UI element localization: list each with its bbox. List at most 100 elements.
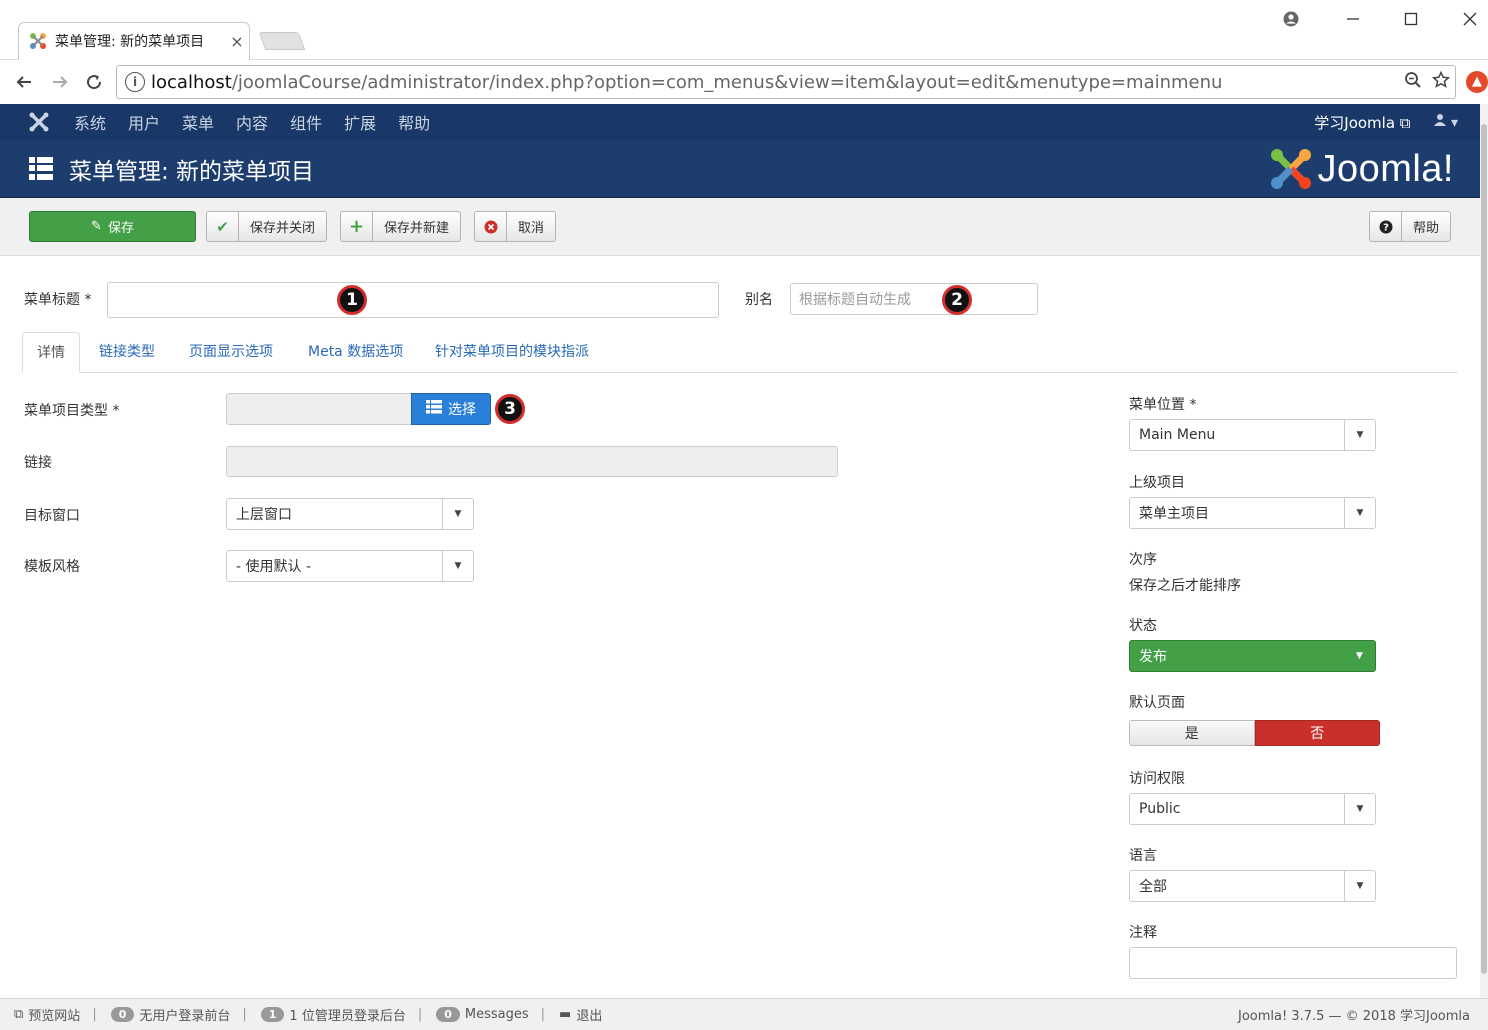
caret-down-icon: ▼ — [1344, 498, 1375, 528]
caret-down-icon: ▼ — [1344, 420, 1375, 450]
caret-down-icon: ▼ — [442, 551, 473, 581]
joomla-brand: Joomla! — [1269, 147, 1454, 191]
save-button[interactable]: ✎ 保存 — [29, 211, 196, 242]
menu-content[interactable]: 内容 — [236, 110, 268, 134]
parent-item-select[interactable]: 菜单主项目 ▼ — [1129, 497, 1376, 529]
extension-icon[interactable]: ▲ — [1466, 71, 1488, 93]
item-type-label: 菜单项目类型 * — [24, 403, 120, 419]
preview-site-link[interactable]: ⧉ 预览网站 — [14, 1005, 80, 1024]
forward-icon[interactable] — [46, 68, 74, 96]
external-link-icon: ⧉ — [14, 1007, 24, 1022]
joomla-logo-icon[interactable] — [27, 110, 51, 134]
tab-close-icon[interactable]: × — [229, 32, 245, 51]
save-close-button[interactable]: ✔ 保存并关闭 — [206, 211, 328, 242]
caret-down-icon: ▼ — [1344, 871, 1375, 901]
tab-title: 菜单管理: 新的菜单项目 — [55, 34, 205, 50]
admins-status[interactable]: 11 位管理员登录后台 — [260, 1005, 406, 1024]
profile-icon[interactable] — [1276, 8, 1306, 30]
menu-users[interactable]: 用户 — [128, 110, 160, 134]
tab-page-display[interactable]: 页面显示选项 — [189, 332, 273, 373]
annotation-badge-1: 1 — [337, 285, 367, 315]
plus-icon: + — [341, 212, 373, 241]
tab-module-assignment[interactable]: 针对菜单项目的模块指派 — [435, 332, 589, 373]
choose-type-button[interactable]: 选择 — [411, 393, 491, 425]
target-window-select[interactable]: 上层窗口 ▼ — [226, 498, 474, 530]
caret-down-icon: ▼ — [1344, 794, 1375, 824]
scrollbar-thumb[interactable] — [1481, 124, 1487, 974]
menu-components[interactable]: 组件 — [290, 110, 322, 134]
status-bar: ⧉ 预览网站 | 0 无用户登录前台 | 11 位管理员登录后台 | 0 Messag… — [0, 998, 1488, 1030]
menu-title-input[interactable] — [107, 282, 719, 318]
site-link[interactable]: 学习Joomla ⧉ — [1314, 112, 1410, 133]
default-no-button[interactable]: 否 — [1254, 720, 1380, 746]
target-window-label: 目标窗口 — [24, 508, 80, 524]
default-yes-button[interactable]: 是 — [1129, 720, 1255, 746]
help-button[interactable]: ? 帮助 — [1369, 211, 1452, 242]
cancel-icon — [475, 212, 507, 241]
page-title: 菜单管理: 新的菜单项目 — [69, 158, 315, 185]
check-icon: ✔ — [207, 212, 239, 241]
new-tab-button[interactable] — [258, 32, 306, 50]
note-label: 注释 — [1129, 925, 1157, 941]
minimize-icon[interactable] — [1338, 8, 1368, 30]
joomla-brand-icon — [1269, 147, 1313, 191]
maximize-icon[interactable] — [1396, 8, 1426, 30]
default-page-label: 默认页面 — [1129, 695, 1185, 711]
tab-bar: 详情 链接类型 页面显示选项 Meta 数据选项 针对菜单项目的模块指派 — [22, 332, 1458, 373]
link-label: 链接 — [24, 455, 52, 471]
menu-system[interactable]: 系统 — [74, 110, 106, 134]
ordering-text: 保存之后才能排序 — [1129, 578, 1241, 594]
parent-item-label: 上级项目 — [1129, 475, 1185, 491]
tab-details[interactable]: 详情 — [22, 332, 80, 373]
admin-topbar: 系统 用户 菜单 内容 组件 扩展 帮助 学习Joomla ⧉ ▾ — [0, 104, 1480, 140]
messages-status[interactable]: 0 Messages — [436, 1007, 529, 1022]
note-input[interactable] — [1129, 947, 1457, 979]
template-style-label: 模板风格 — [24, 559, 80, 575]
logout-link[interactable]: ▬ 退出 — [559, 1005, 602, 1024]
version-text: Joomla! 3.7.5 — © 2018 学习Joomla — [1237, 1009, 1470, 1024]
close-window-icon[interactable] — [1455, 8, 1485, 30]
tab-metadata[interactable]: Meta 数据选项 — [308, 332, 403, 373]
caret-down-icon: ▼ — [1356, 651, 1363, 661]
edit-icon: ✎ — [91, 219, 102, 234]
menu-position-select[interactable]: Main Menu ▼ — [1129, 419, 1376, 451]
status-select[interactable]: 发布 ▼ — [1129, 640, 1376, 672]
ordering-label: 次序 — [1129, 552, 1157, 568]
access-select[interactable]: Public ▼ — [1129, 793, 1376, 825]
annotation-badge-2: 2 — [942, 285, 972, 315]
visitors-status[interactable]: 0 无用户登录前台 — [110, 1005, 230, 1024]
item-type-input — [226, 393, 412, 425]
reload-icon[interactable] — [80, 68, 108, 96]
alias-label: 别名 — [745, 292, 773, 308]
site-info-icon[interactable]: i — [125, 72, 145, 92]
back-icon[interactable] — [10, 68, 38, 96]
annotation-badge-3: 3 — [495, 394, 525, 424]
menu-help[interactable]: 帮助 — [398, 110, 430, 134]
menu-extensions[interactable]: 扩展 — [344, 110, 376, 134]
tab-link-type[interactable]: 链接类型 — [99, 332, 155, 373]
template-style-select[interactable]: - 使用默认 - ▼ — [226, 550, 474, 582]
list-icon — [426, 400, 442, 418]
save-new-button[interactable]: + 保存并新建 — [340, 211, 462, 242]
bookmark-star-icon[interactable] — [1427, 70, 1455, 94]
browser-titlebar: 菜单管理: 新的菜单项目 × — [0, 0, 1488, 60]
menu-title-label: 菜单标题 * — [24, 292, 92, 308]
cancel-button[interactable]: 取消 — [474, 211, 557, 242]
external-link-icon: ⧉ — [1399, 113, 1411, 132]
user-menu-icon[interactable]: ▾ — [1433, 113, 1458, 131]
page-header: 菜单管理: 新的菜单项目 Joomla! — [0, 140, 1480, 198]
brand-text: Joomla! — [1317, 147, 1454, 190]
language-select[interactable]: 全部 ▼ — [1129, 870, 1376, 902]
help-icon: ? — [1370, 212, 1402, 241]
access-label: 访问权限 — [1129, 771, 1185, 787]
address-bar[interactable]: i localhost/joomlaCourse/administrator/i… — [116, 65, 1456, 99]
alias-input[interactable]: 根据标题自动生成 — [790, 283, 1038, 315]
link-input — [226, 446, 838, 477]
status-label: 状态 — [1129, 618, 1157, 634]
minus-icon: ▬ — [559, 1007, 572, 1022]
zoom-icon[interactable] — [1399, 71, 1427, 94]
browser-tab[interactable]: 菜单管理: 新的菜单项目 × — [18, 22, 250, 60]
menu-menus[interactable]: 菜单 — [182, 110, 214, 134]
page-scrollbar[interactable] — [1480, 104, 1488, 998]
caret-down-icon: ▼ — [442, 499, 473, 529]
